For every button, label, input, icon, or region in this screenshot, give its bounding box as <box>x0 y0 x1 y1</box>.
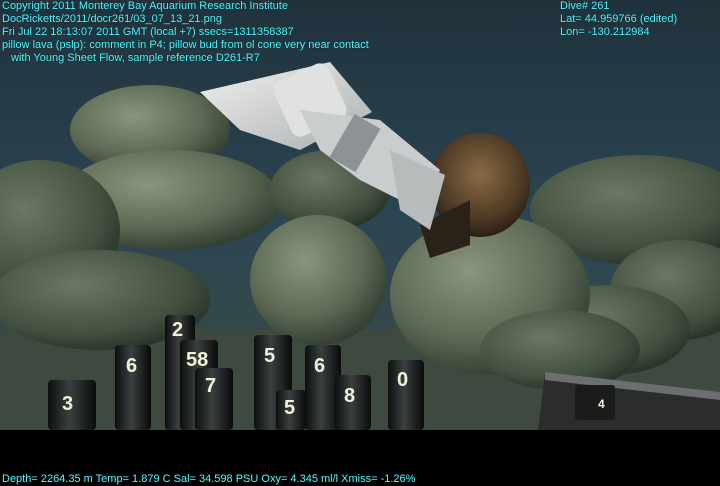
copyright-text: Copyright 2011 Monterey Bay Aquarium Res… <box>2 0 288 12</box>
tube-label-5: 5 <box>264 345 275 367</box>
tube-label-4: 7 <box>205 375 216 397</box>
tube-label-9: 0 <box>397 369 408 391</box>
photo-frame: 3 6 58 7 5 6 2 8 0 5 4 Copyright 2011 Mo… <box>0 0 720 486</box>
file-path-text: DocRicketts/2011/docr261/03_07_13_21.png <box>2 13 222 25</box>
telemetry-bar: Depth= 2264.35 m Temp= 1.879 C Sal= 34.5… <box>2 473 415 486</box>
datetime-text: Fri Jul 22 18:13:07 2011 GMT (local +7) … <box>2 26 294 38</box>
latitude-text: Lat= 44.959766 (edited) <box>560 13 678 25</box>
tube-label-8: 8 <box>344 385 355 407</box>
telemetry-text: Depth= 2264.35 m Temp= 1.879 C Sal= 34.5… <box>2 473 416 485</box>
tube-label-2: 6 <box>126 355 137 377</box>
tube-label-1: 3 <box>62 393 73 415</box>
dive-number-text: Dive# 261 <box>560 0 610 12</box>
longitude-text: Lon= -130.212984 <box>560 26 650 38</box>
tube-label-7: 2 <box>172 319 183 341</box>
tube-label-3: 58 <box>186 349 208 371</box>
tube-label-10: 5 <box>284 397 295 419</box>
tube-label-6: 6 <box>314 355 325 377</box>
tube-label-11: 4 <box>598 397 605 411</box>
comment-line-2: with Young Sheet Flow, sample reference … <box>11 52 260 64</box>
overlay-top-right: Dive# 261 Lat= 44.959766 (edited) Lon= -… <box>560 0 677 39</box>
overlay-top-left: Copyright 2011 Monterey Bay Aquarium Res… <box>2 0 369 65</box>
comment-line-1: pillow lava (pslp): comment in P4; pillo… <box>2 39 369 51</box>
